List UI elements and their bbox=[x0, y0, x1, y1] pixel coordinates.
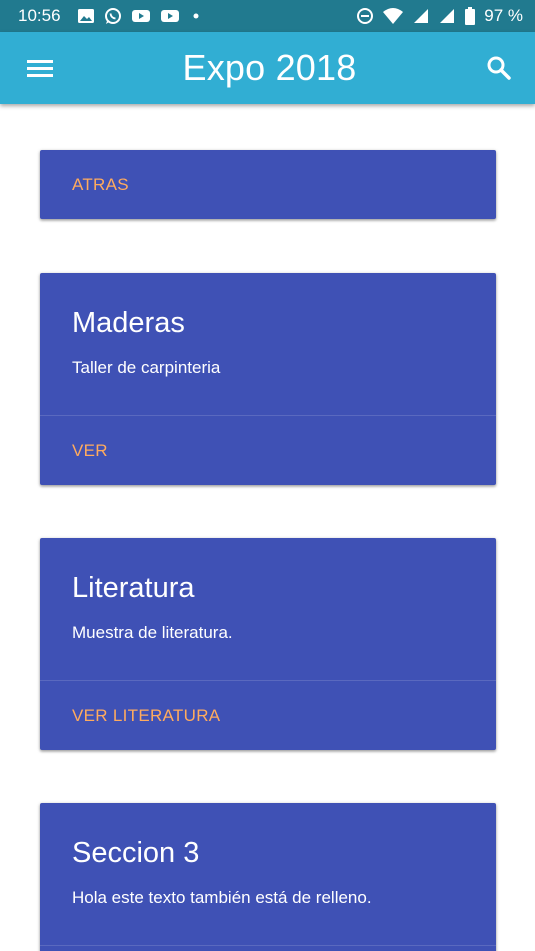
card-body: Literatura Muestra de literatura. bbox=[40, 538, 496, 680]
card-list: ATRAS Maderas Taller de carpinteria VER … bbox=[0, 104, 535, 951]
signal-icon bbox=[414, 9, 429, 23]
card-seccion-3: Seccion 3 Hola este texto también está d… bbox=[40, 803, 496, 951]
status-time: 10:56 bbox=[18, 6, 61, 25]
notification-icons bbox=[77, 7, 203, 25]
card-maderas: Maderas Taller de carpinteria VER bbox=[40, 273, 496, 485]
status-bar: 10:56 97 % bbox=[0, 0, 535, 32]
ver-literatura-button[interactable]: VER LITERATURA bbox=[40, 681, 496, 750]
wifi-icon bbox=[383, 8, 404, 24]
youtube-icon bbox=[131, 10, 150, 22]
system-icons: 97 % bbox=[356, 6, 523, 26]
dot-icon bbox=[193, 13, 199, 19]
card-title: Maderas bbox=[72, 307, 185, 339]
card-back: ATRAS bbox=[40, 150, 496, 219]
card-text: Taller de carpinteria bbox=[72, 358, 221, 377]
search-button[interactable] bbox=[485, 54, 513, 82]
card-body: Maderas Taller de carpinteria bbox=[40, 273, 496, 415]
battery-percentage: 97 % bbox=[484, 6, 523, 25]
card-literatura: Literatura Muestra de literatura. VER LI… bbox=[40, 538, 496, 750]
card-body: Seccion 3 Hola este texto también está d… bbox=[40, 803, 496, 945]
signal-icon bbox=[440, 9, 455, 23]
search-icon bbox=[487, 56, 511, 80]
app-bar: Expo 2018 bbox=[0, 32, 535, 104]
menu-button[interactable] bbox=[26, 54, 54, 82]
card-title: Seccion 3 bbox=[72, 837, 200, 869]
image-icon bbox=[77, 9, 94, 23]
card-text: Muestra de literatura. bbox=[72, 623, 233, 642]
whatsapp-icon bbox=[104, 8, 121, 24]
menu-icon bbox=[27, 60, 53, 77]
card-text: Hola este texto también está de relleno. bbox=[72, 888, 372, 907]
youtube-icon bbox=[160, 10, 179, 22]
battery-icon bbox=[465, 7, 476, 25]
back-button[interactable]: ATRAS bbox=[40, 150, 496, 219]
card-divider bbox=[40, 945, 496, 946]
app-title: Expo 2018 bbox=[182, 47, 357, 88]
card-title: Literatura bbox=[72, 572, 195, 604]
dnd-icon bbox=[357, 8, 374, 24]
ver-button[interactable]: VER bbox=[40, 416, 496, 485]
